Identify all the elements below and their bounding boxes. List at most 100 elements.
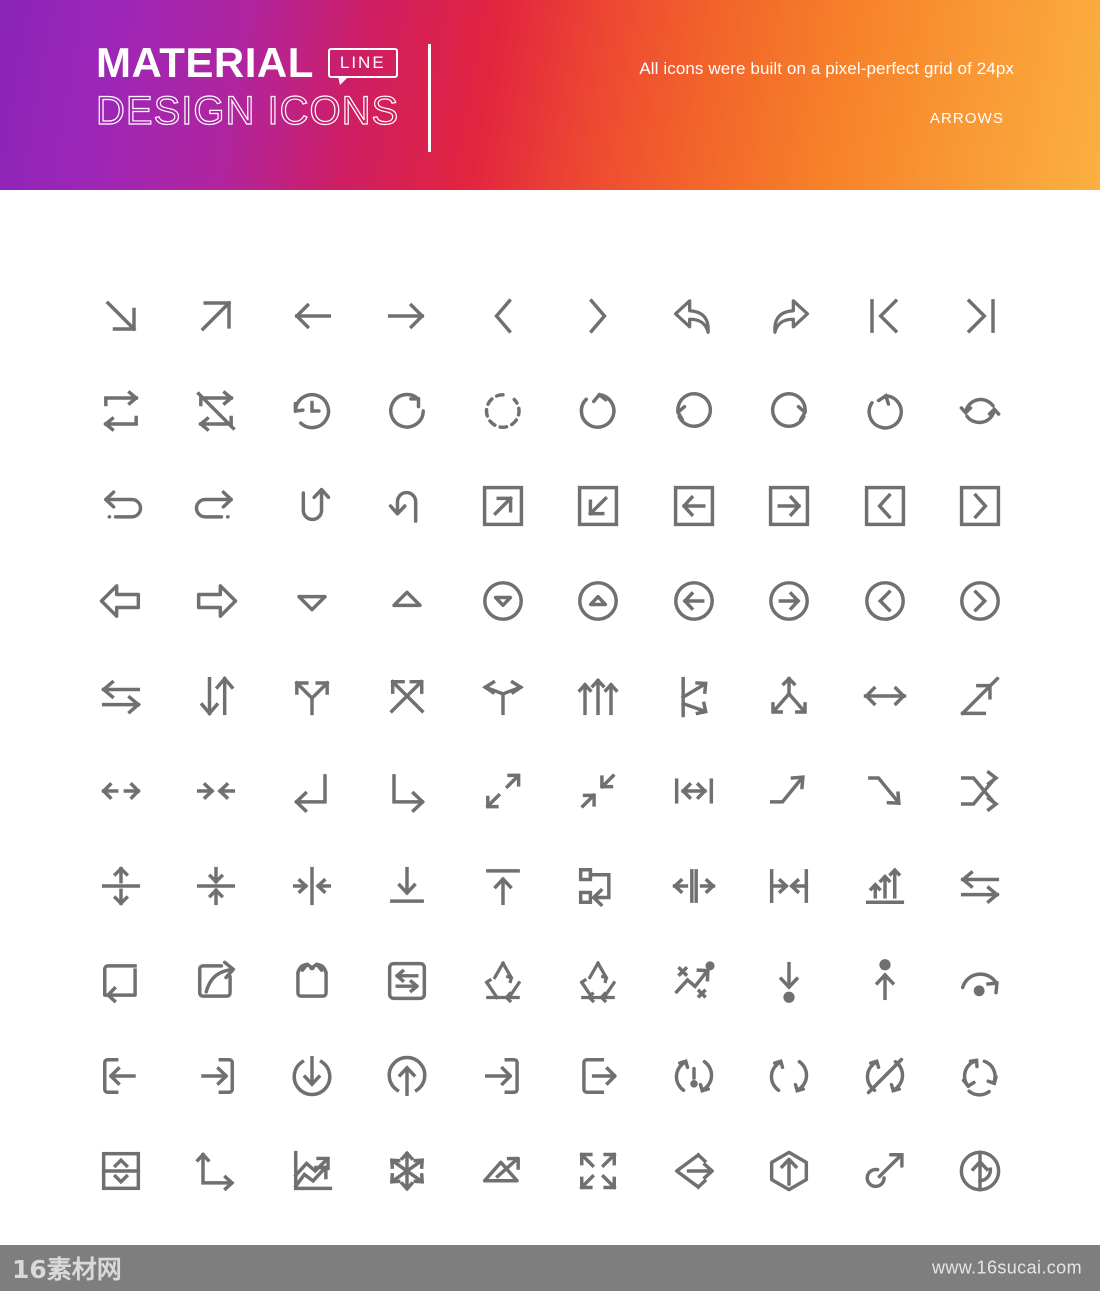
icon-cell[interactable] <box>646 743 742 838</box>
rotate-cw-icon[interactable] <box>572 385 624 437</box>
sync-alert-icon[interactable] <box>668 1050 720 1102</box>
icon-cell[interactable] <box>551 1028 647 1123</box>
recycle-icon[interactable] <box>477 955 529 1007</box>
width-measure-icon[interactable] <box>668 765 720 817</box>
arrow-up-right-icon[interactable] <box>190 290 242 342</box>
icon-cell[interactable] <box>933 1028 1029 1123</box>
icon-cell[interactable] <box>455 363 551 458</box>
icon-cell[interactable] <box>169 933 265 1028</box>
bar-chart-up-icon[interactable] <box>859 860 911 912</box>
download-circle-icon[interactable] <box>286 1050 338 1102</box>
circle-caret-down-icon[interactable] <box>477 575 529 627</box>
icon-cell[interactable] <box>264 648 360 743</box>
trend-up-arrow-icon[interactable] <box>763 765 815 817</box>
undo-icon[interactable] <box>95 480 147 532</box>
caret-up-icon[interactable] <box>381 575 433 627</box>
redo-icon[interactable] <box>190 480 242 532</box>
icon-cell[interactable] <box>742 268 838 363</box>
icon-cell[interactable] <box>837 268 933 363</box>
icon-cell[interactable] <box>73 458 169 553</box>
icon-cell[interactable] <box>264 458 360 553</box>
icon-cell[interactable] <box>455 648 551 743</box>
rotate-dashed-icon[interactable] <box>477 385 529 437</box>
icon-cell[interactable] <box>837 363 933 458</box>
icon-cell[interactable] <box>933 458 1029 553</box>
icon-cell[interactable] <box>742 838 838 933</box>
icon-cell[interactable] <box>73 1028 169 1123</box>
circle-chevron-left-icon[interactable] <box>859 575 911 627</box>
icon-cell[interactable] <box>360 648 456 743</box>
icon-cell[interactable] <box>646 363 742 458</box>
trend-scatter-icon[interactable] <box>668 955 720 1007</box>
icon-cell[interactable] <box>646 458 742 553</box>
icon-cell[interactable] <box>73 933 169 1028</box>
arrow-left-icon[interactable] <box>286 290 338 342</box>
box-import-icon[interactable] <box>286 955 338 1007</box>
icon-cell[interactable] <box>73 553 169 648</box>
icon-cell[interactable] <box>264 268 360 363</box>
icon-cell[interactable] <box>360 1028 456 1123</box>
cross-arrows-icon[interactable] <box>381 670 433 722</box>
icon-cell[interactable] <box>742 1028 838 1123</box>
mountain-arrow-icon[interactable] <box>477 1145 529 1197</box>
arrow-down-right-icon[interactable] <box>95 290 147 342</box>
icon-cell[interactable] <box>360 363 456 458</box>
box-chevron-left-icon[interactable] <box>859 480 911 532</box>
merge-three-icon[interactable] <box>763 670 815 722</box>
reply-icon[interactable] <box>668 290 720 342</box>
sign-in-icon[interactable] <box>477 1050 529 1102</box>
split-left-right-icon[interactable] <box>477 670 529 722</box>
block-arrow-right-icon[interactable] <box>190 575 242 627</box>
icon-cell[interactable] <box>837 458 933 553</box>
icon-cell[interactable] <box>933 743 1029 838</box>
icon-cell[interactable] <box>73 1123 169 1218</box>
expand-diagonal-icon[interactable] <box>477 765 529 817</box>
upload-dot-icon[interactable] <box>859 955 911 1007</box>
icon-cell[interactable] <box>551 1123 647 1218</box>
icon-cell[interactable] <box>837 743 933 838</box>
icon-cell[interactable] <box>551 933 647 1028</box>
trend-down-arrow-icon[interactable] <box>859 765 911 817</box>
align-bottom-icon[interactable] <box>381 860 433 912</box>
box-arrow-in-left-icon[interactable] <box>95 1050 147 1102</box>
icon-cell[interactable] <box>455 838 551 933</box>
icon-cell[interactable] <box>73 838 169 933</box>
icon-cell[interactable] <box>360 1123 456 1218</box>
icon-cell[interactable] <box>646 838 742 933</box>
icon-cell[interactable] <box>933 553 1029 648</box>
move-six-way-icon[interactable] <box>381 1145 433 1197</box>
icon-cell[interactable] <box>264 743 360 838</box>
transfer-icon[interactable] <box>954 860 1006 912</box>
circle-arrow-right-icon[interactable] <box>763 575 815 627</box>
diamond-arrow-icon[interactable] <box>668 1145 720 1197</box>
arrow-right-icon[interactable] <box>381 290 433 342</box>
download-dot-icon[interactable] <box>763 955 815 1007</box>
icon-cell[interactable] <box>455 553 551 648</box>
circle-chevron-right-icon[interactable] <box>954 575 1006 627</box>
sign-out-icon[interactable] <box>572 1050 624 1102</box>
icon-cell[interactable] <box>933 648 1029 743</box>
icon-cell[interactable] <box>742 458 838 553</box>
box-arrow-right-icon[interactable] <box>763 480 815 532</box>
upload-circle-icon[interactable] <box>381 1050 433 1102</box>
share-box-icon[interactable] <box>190 955 242 1007</box>
expand-horizontal-icon[interactable] <box>95 765 147 817</box>
icon-cell[interactable] <box>933 933 1029 1028</box>
box-arrow-in-right-icon[interactable] <box>190 1050 242 1102</box>
icon-cell[interactable] <box>169 268 265 363</box>
block-arrow-left-icon[interactable] <box>95 575 147 627</box>
box-swap-icon[interactable] <box>381 955 433 1007</box>
caret-down-icon[interactable] <box>286 575 338 627</box>
curve-arrow-up-right-icon[interactable] <box>859 1145 911 1197</box>
icon-cell[interactable] <box>169 1028 265 1123</box>
icon-cell[interactable] <box>169 838 265 933</box>
icon-cell[interactable] <box>646 553 742 648</box>
box-arrow-up-right-icon[interactable] <box>477 480 529 532</box>
sync-circle-icon[interactable] <box>954 1050 1006 1102</box>
icon-cell[interactable] <box>742 743 838 838</box>
icon-cell[interactable] <box>73 743 169 838</box>
chevron-right-icon[interactable] <box>572 290 624 342</box>
footer-url[interactable]: www.16sucai.com <box>932 1258 1082 1279</box>
icon-cell[interactable] <box>837 1123 933 1218</box>
collapse-to-center-icon[interactable] <box>190 860 242 912</box>
